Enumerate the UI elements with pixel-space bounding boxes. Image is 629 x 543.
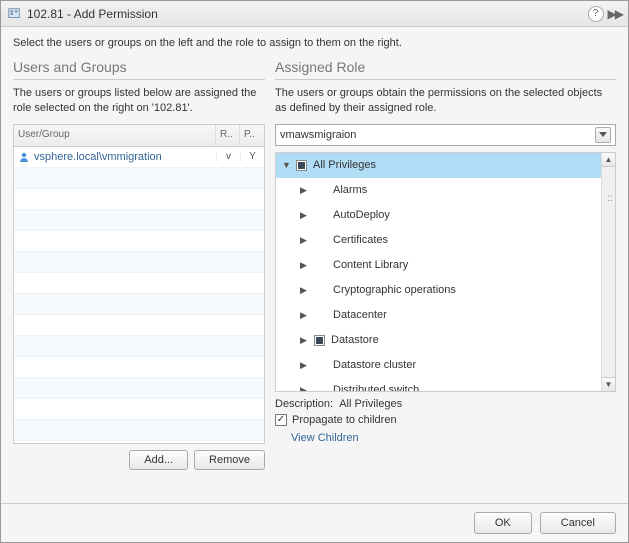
- propagate-line[interactable]: ✓ Propagate to children: [275, 414, 616, 426]
- tree-item-label: Cryptographic operations: [333, 284, 456, 296]
- table-row: [14, 231, 264, 252]
- dialog-title: 102.81 - Add Permission: [27, 7, 588, 21]
- dialog-content: Select the users or groups on the left a…: [1, 27, 628, 503]
- col-header-role[interactable]: R..: [216, 125, 240, 146]
- assigned-role-desc: The users or groups obtain the permissio…: [275, 86, 616, 116]
- tree-item[interactable]: ▶ Alarms: [276, 178, 601, 203]
- tree-item[interactable]: ▶ Distributed switch: [276, 378, 601, 391]
- cancel-button[interactable]: Cancel: [540, 512, 616, 534]
- col-header-user[interactable]: User/Group: [14, 125, 216, 146]
- tree-checkbox[interactable]: [296, 160, 307, 171]
- host-icon: [7, 7, 21, 21]
- users-grid: User/Group R.. P.. vsphere.local\vmmigra…: [13, 124, 265, 444]
- maximize-icon[interactable]: ▶▶: [608, 7, 622, 21]
- dialog-footer: OK Cancel: [1, 503, 628, 542]
- role-select-value: vmawsmigraion: [280, 129, 356, 141]
- assigned-role-heading: Assigned Role: [275, 59, 616, 80]
- table-row: [14, 399, 264, 420]
- table-row: [14, 189, 264, 210]
- description-line: Description: All Privileges: [275, 398, 616, 410]
- titlebar-right: ? ▶▶: [588, 6, 622, 22]
- col-header-propagate[interactable]: P..: [240, 125, 264, 146]
- scrollbar[interactable]: ▲ :: ▼: [601, 153, 615, 391]
- user-icon: [18, 151, 30, 163]
- cell-propagate: Y: [240, 151, 264, 162]
- privileges-tree[interactable]: ▼ All Privileges ▶ Alarms ▶ AutoDeploy ▶ Cert…: [276, 153, 601, 391]
- tree-item[interactable]: ▶ Certificates: [276, 228, 601, 253]
- users-groups-panel: Users and Groups The users or groups lis…: [13, 59, 265, 495]
- table-row: [14, 315, 264, 336]
- cell-user-text: vsphere.local\vmmigration: [34, 151, 162, 163]
- remove-button[interactable]: Remove: [194, 450, 265, 470]
- table-row: [14, 420, 264, 441]
- tree-item[interactable]: ▶ Datastore: [276, 328, 601, 353]
- tree-item-label: Datacenter: [333, 309, 387, 321]
- table-row[interactable]: vsphere.local\vmmigration v Y: [14, 147, 264, 168]
- description-label: Description:: [275, 398, 333, 410]
- ok-button[interactable]: OK: [474, 512, 532, 534]
- tree-root-label: All Privileges: [313, 159, 376, 171]
- columns: Users and Groups The users or groups lis…: [13, 59, 616, 495]
- instruction-text: Select the users or groups on the left a…: [13, 37, 616, 49]
- chevron-right-icon[interactable]: ▶: [300, 310, 308, 321]
- chevron-right-icon[interactable]: ▶: [300, 235, 308, 246]
- propagate-label: Propagate to children: [292, 414, 397, 426]
- privileges-tree-wrap: ▼ All Privileges ▶ Alarms ▶ AutoDeploy ▶ Cert…: [275, 152, 616, 392]
- description-value: All Privileges: [339, 398, 402, 410]
- cell-role: v: [216, 151, 240, 162]
- cell-user: vsphere.local\vmmigration: [14, 151, 216, 163]
- chevron-right-icon[interactable]: ▶: [300, 185, 308, 196]
- tree-item[interactable]: ▶ Content Library: [276, 253, 601, 278]
- chevron-right-icon[interactable]: ▶: [300, 260, 308, 271]
- table-row: [14, 210, 264, 231]
- chevron-down-icon[interactable]: [595, 127, 611, 143]
- table-row: [14, 336, 264, 357]
- add-button[interactable]: Add...: [129, 450, 188, 470]
- view-children-link[interactable]: View Children: [275, 432, 616, 444]
- table-row: [14, 273, 264, 294]
- table-row: [14, 252, 264, 273]
- scroll-down-icon[interactable]: ▼: [602, 377, 615, 391]
- tree-item-label: Distributed switch: [333, 384, 419, 391]
- chevron-right-icon[interactable]: ▶: [300, 360, 308, 371]
- scroll-grip-icon[interactable]: ::: [607, 193, 613, 204]
- add-permission-dialog: 102.81 - Add Permission ? ▶▶ Select the …: [0, 0, 629, 543]
- tree-item[interactable]: ▶ AutoDeploy: [276, 203, 601, 228]
- titlebar: 102.81 - Add Permission ? ▶▶: [1, 1, 628, 27]
- tree-item-label: Content Library: [333, 259, 408, 271]
- propagate-checkbox[interactable]: ✓: [275, 414, 287, 426]
- tree-root[interactable]: ▼ All Privileges: [276, 153, 601, 178]
- table-row: [14, 168, 264, 189]
- users-groups-heading: Users and Groups: [13, 59, 265, 80]
- help-icon[interactable]: ?: [588, 6, 604, 22]
- table-row: [14, 378, 264, 399]
- table-row: [14, 357, 264, 378]
- grid-body: vsphere.local\vmmigration v Y: [14, 147, 264, 443]
- role-select[interactable]: vmawsmigraion: [275, 124, 616, 146]
- chevron-down-icon[interactable]: ▼: [282, 160, 290, 170]
- tree-item[interactable]: ▶ Datastore cluster: [276, 353, 601, 378]
- assigned-role-panel: Assigned Role The users or groups obtain…: [275, 59, 616, 495]
- tree-item[interactable]: ▶ Datacenter: [276, 303, 601, 328]
- scroll-up-icon[interactable]: ▲: [602, 153, 615, 167]
- users-groups-desc: The users or groups listed below are ass…: [13, 86, 265, 116]
- tree-item-label: AutoDeploy: [333, 209, 390, 221]
- tree-item-label: Datastore cluster: [333, 359, 416, 371]
- chevron-right-icon[interactable]: ▶: [300, 335, 308, 346]
- grid-header: User/Group R.. P..: [14, 125, 264, 147]
- table-row: [14, 294, 264, 315]
- chevron-right-icon[interactable]: ▶: [300, 210, 308, 221]
- users-button-row: Add... Remove: [13, 450, 265, 470]
- chevron-right-icon[interactable]: ▶: [300, 285, 308, 296]
- tree-item-label: Datastore: [331, 334, 379, 346]
- tree-checkbox[interactable]: [314, 335, 325, 346]
- tree-item-label: Certificates: [333, 234, 388, 246]
- tree-item-label: Alarms: [333, 184, 367, 196]
- tree-item[interactable]: ▶ Cryptographic operations: [276, 278, 601, 303]
- chevron-right-icon[interactable]: ▶: [300, 385, 308, 391]
